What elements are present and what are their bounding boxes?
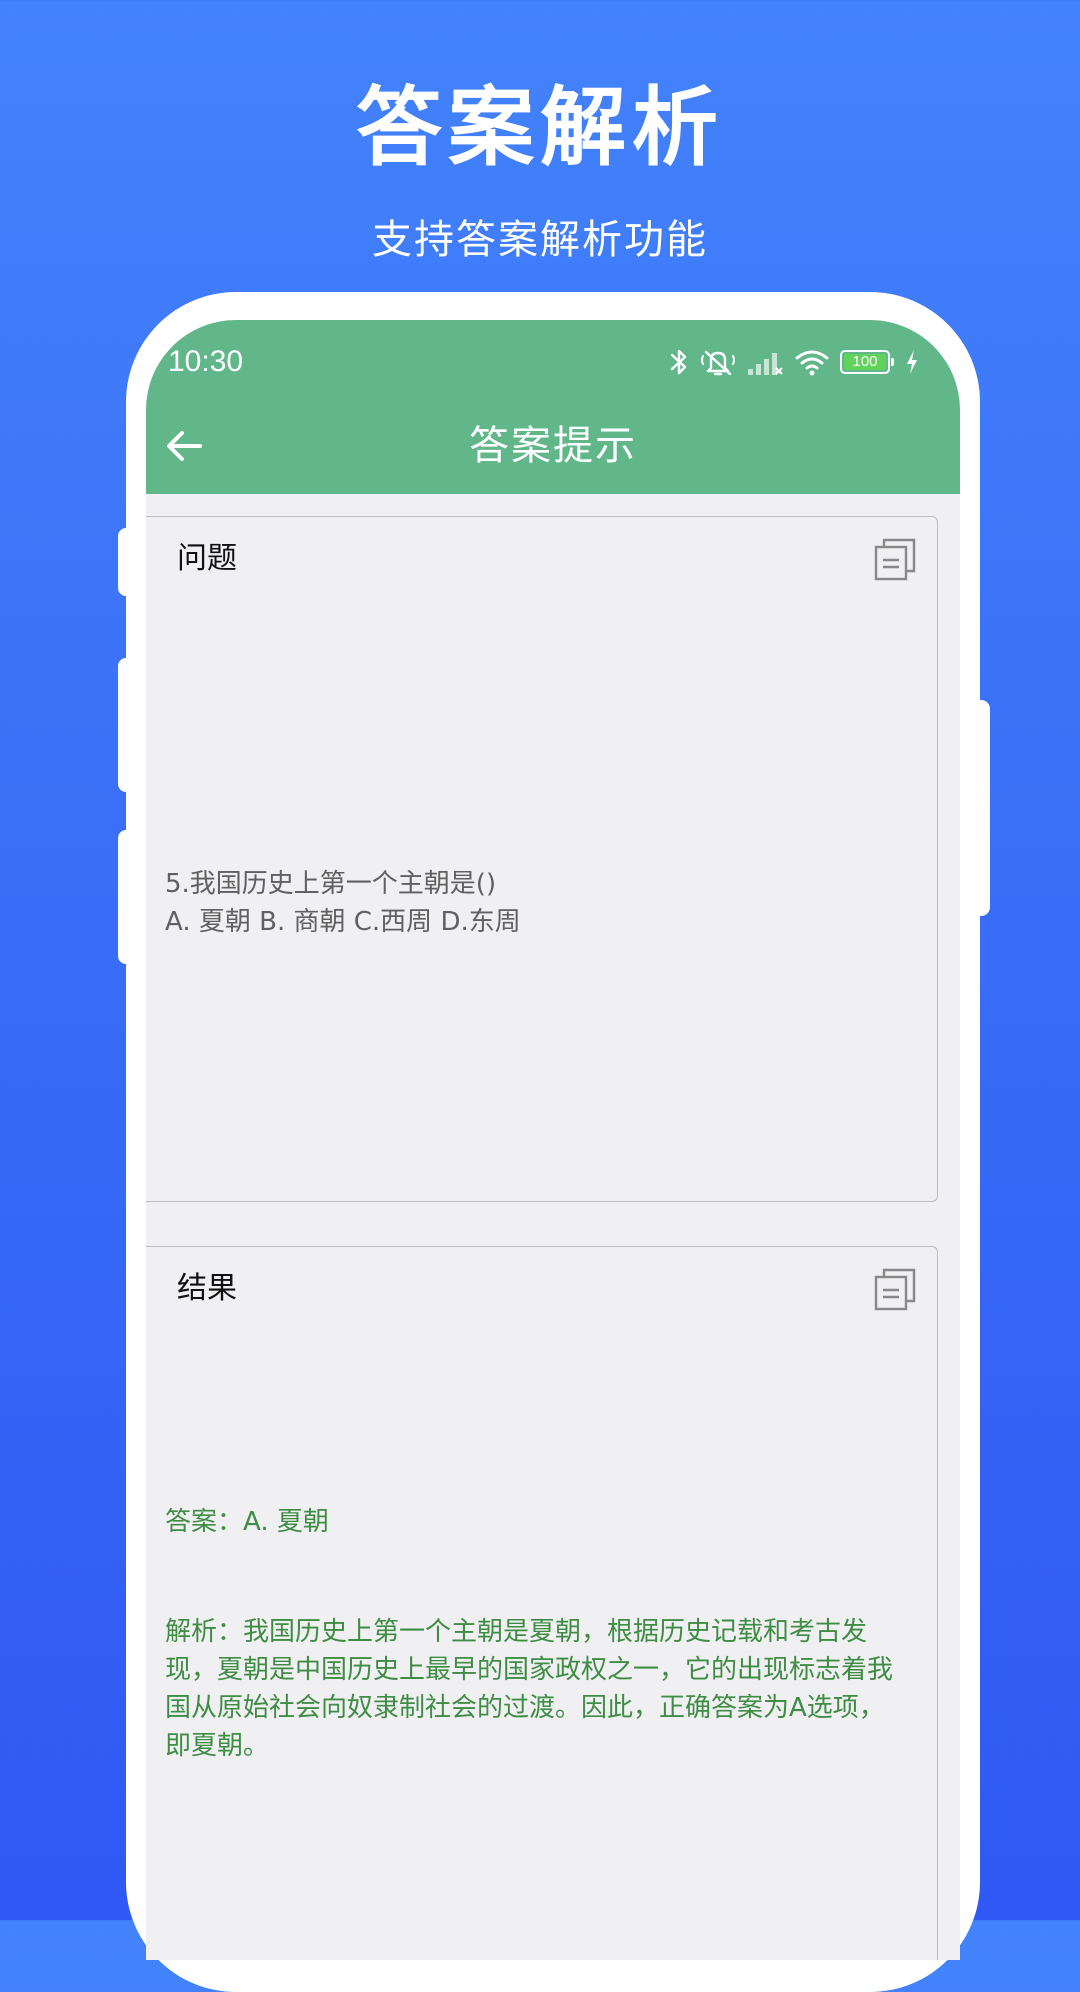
status-time: 10:30 <box>168 345 244 378</box>
copy-icon <box>874 538 916 581</box>
phone-volume-up-button <box>118 658 134 792</box>
battery-icon: 100 <box>840 350 894 374</box>
analysis-text: 解析：我国历史上第一个主朝是夏朝，根据历史记载和考古发现，夏朝是中国历史上最早的… <box>165 1617 894 1761</box>
question-card: 问题 5.我国历史上第一个主朝是() A. 夏朝 B. 商朝 C.西周 D.东周 <box>146 516 938 1202</box>
copy-question-button[interactable] <box>873 537 917 581</box>
phone-power-button <box>972 700 990 916</box>
phone-side-button <box>118 528 134 596</box>
answer-text: 答案：A. 夏朝 <box>165 1507 329 1537</box>
mute-icon <box>701 350 735 376</box>
result-card-title: 结果 <box>177 1271 237 1306</box>
promo-subtitle: 支持答案解析功能 <box>372 217 708 263</box>
question-text: 5.我国历史上第一个主朝是() A. 夏朝 B. 商朝 C.西周 D.东周 <box>165 869 521 937</box>
promo-title: 答案解析 <box>356 78 724 178</box>
phone-volume-down-button <box>118 830 134 964</box>
question-card-title: 问题 <box>177 541 237 576</box>
battery-level: 100 <box>852 353 878 370</box>
bluetooth-icon <box>670 349 687 375</box>
copy-result-button[interactable] <box>873 1267 917 1311</box>
result-card: 结果 答案：A. 夏朝 解析：我国历史上第一个主朝是夏朝，根据历史记载和考古发现… <box>146 1246 938 1960</box>
copy-icon <box>874 1268 916 1311</box>
app-bar: 10:30 100 答案提示 <box>146 320 960 494</box>
wifi-icon <box>795 350 829 376</box>
status-icons: 100 <box>668 344 920 380</box>
phone-screen: 10:30 100 答案提示 问题 5.我国历史上第一个主朝是() A. 夏朝 … <box>146 320 960 1960</box>
signal-icon <box>748 353 783 375</box>
page-title: 答案提示 <box>469 423 637 469</box>
charging-icon <box>907 350 917 374</box>
